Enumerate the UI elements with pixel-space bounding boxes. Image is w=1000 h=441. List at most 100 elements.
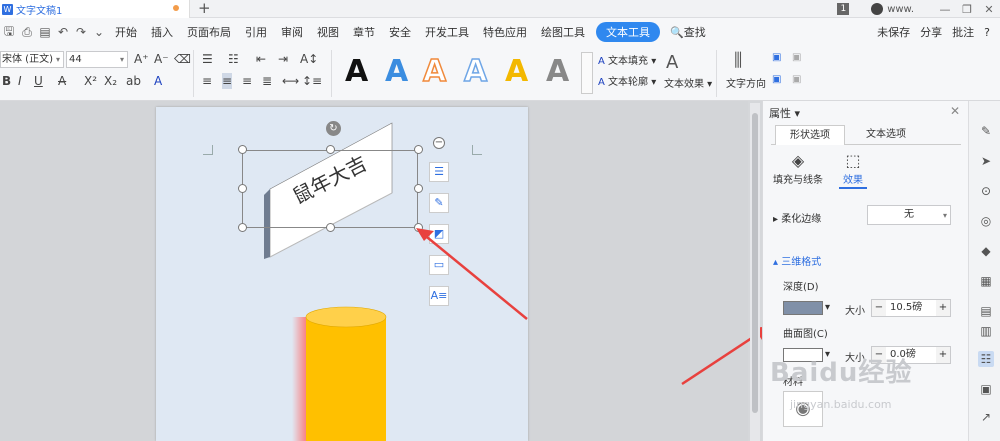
menu-layout[interactable]: 页面布局 [180,24,238,40]
location-pin-icon[interactable]: ⊙ [978,183,994,199]
highlight-icon[interactable]: ab [126,73,141,89]
text-fill-button[interactable]: A 文本填充 ▾ [598,52,656,67]
close-icon[interactable]: ✕ [950,104,960,118]
print-icon[interactable]: ⎙ [18,25,36,40]
select-cursor-icon[interactable]: ➤ [978,153,994,169]
font-color-icon[interactable]: A [154,73,162,89]
menu-developer[interactable]: 开发工具 [418,24,476,40]
scrollbar-thumb[interactable] [752,113,758,413]
wordart-style-4[interactable]: A [463,53,488,90]
table-icon[interactable]: ▦ [978,273,994,289]
properties-icon[interactable]: ☷ [978,351,994,367]
customize-icon[interactable]: ⌄ [90,25,108,39]
document-icon[interactable]: ▣ [978,381,994,397]
unsaved-button[interactable]: 未保存 [877,24,910,40]
font-family-select[interactable]: 宋体 (正文) ▾ [0,51,64,68]
increment-button[interactable]: + [936,347,950,363]
line-spacing-icon[interactable]: ↕≡ [302,73,322,89]
decrement-button[interactable]: − [872,300,886,316]
link-textbox-icon[interactable]: ▣ [792,52,801,63]
font-size-select[interactable]: 44 ▾ [66,51,128,68]
shrink-font-icon[interactable]: A⁻ [154,51,169,67]
grow-font-icon[interactable]: A⁺ [134,51,149,67]
close-button[interactable]: ✕ [978,3,1000,16]
bold-icon[interactable]: B [2,73,11,89]
increase-indent-icon[interactable]: ⇥ [278,51,288,67]
wordart-style-6[interactable]: A [546,54,569,90]
preview-icon[interactable]: ▤ [36,25,54,39]
text-outline-button[interactable]: A 文本轮廓 ▾ [598,73,656,88]
restore-button[interactable]: ❐ [956,3,978,16]
undo-icon[interactable]: ↶ [54,25,72,39]
wordart-style-1[interactable]: A [345,54,368,90]
depth-size-value[interactable]: 10.5磅 [886,300,936,316]
wordart-style-5[interactable]: A [505,54,528,90]
format-brush-icon[interactable]: ✎ [978,123,994,139]
decrease-indent-icon[interactable]: ⇤ [256,51,266,67]
chart-icon[interactable]: ▤ [978,303,994,319]
menu-references[interactable]: 引用 [238,24,274,40]
increment-button[interactable]: + [936,300,950,316]
3d-format-section[interactable]: ▴ 三维格式 [773,253,821,268]
bar-chart-icon[interactable]: ▥ [978,323,994,339]
number-list-icon[interactable]: ☷ [228,51,239,67]
menu-section[interactable]: 章节 [346,24,382,40]
save-icon[interactable]: 🖫 [0,22,18,43]
redo-icon[interactable]: ↷ [72,25,90,39]
share-icon[interactable]: ↗ [978,409,994,425]
depth-size-stepper[interactable]: − 10.5磅 + [871,299,951,317]
panel-title[interactable]: 属性 ▾ [769,105,800,121]
tab-text-options[interactable]: 文本选项 [851,125,921,145]
avatar[interactable] [871,3,884,15]
soften-edges-select[interactable]: 无 ▾ [867,205,951,225]
menu-insert[interactable]: 插入 [144,24,180,40]
justify-icon[interactable]: ≣ [262,73,272,89]
depth-color-swatch[interactable] [783,301,823,315]
wordart-style-3[interactable]: A [422,53,447,90]
share-button[interactable]: 分享 [920,24,942,40]
clear-format-icon[interactable]: ⌫ [174,51,191,67]
align-text-icon[interactable]: ▣ [772,74,781,85]
wordart-gallery-scroll[interactable] [581,52,593,94]
underline-icon[interactable]: U [34,73,43,89]
align-left-icon[interactable]: ≡ [202,73,212,89]
style-icon[interactable]: ◆ [978,243,994,259]
wordart-style-2[interactable]: A [385,54,408,90]
user-name[interactable]: www. [887,4,914,15]
minimize-button[interactable]: — [934,3,956,16]
textbox-icon[interactable]: ▣ [772,52,781,63]
strikethrough-icon[interactable]: A [58,73,66,89]
document-page[interactable]: 鼠年大吉 ↻ − ☰ ✎ ◩ ▭ A≡ [156,107,528,441]
effect-tab[interactable]: ⬚ 效果 [839,151,867,189]
text-direction-icon[interactable]: ⫼ [734,50,742,71]
italic-icon[interactable]: I [18,73,22,89]
shapes-icon[interactable]: ◎ [978,213,994,229]
bullet-list-icon[interactable]: ☰ [202,51,213,67]
text-direction-button[interactable]: 文字方向 [726,75,766,90]
subscript-icon[interactable]: X₂ [104,73,117,89]
search-button[interactable]: 🔍查找 [670,24,706,40]
menu-special[interactable]: 特色应用 [476,24,534,40]
tab-shape-options[interactable]: 形状选项 [775,125,845,145]
text-effect-button[interactable]: 文本效果 ▾ [664,75,712,90]
distribute-icon[interactable]: ⟷ [282,73,299,89]
align-right-icon[interactable]: ≡ [242,73,252,89]
menu-review[interactable]: 审阅 [274,24,310,40]
help-button[interactable]: ? [984,26,990,39]
align-center-icon[interactable]: ≡ [222,73,233,89]
document-tab[interactable]: W 文字文稿1 [0,0,190,18]
depth-color-dropdown-icon[interactable]: ▾ [825,302,830,313]
fill-line-tab[interactable]: ◈ 填充与线条 [773,151,823,186]
unlink-textbox-icon[interactable]: ▣ [792,74,801,85]
superscript-icon[interactable]: X² [84,73,97,89]
menu-view[interactable]: 视图 [310,24,346,40]
menu-security[interactable]: 安全 [382,24,418,40]
menu-drawing-tools[interactable]: 绘图工具 [534,24,592,40]
menu-home[interactable]: 开始 [108,24,144,40]
text-direction-small-icon[interactable]: A↕ [300,51,318,67]
comment-button[interactable]: 批注 [952,24,974,40]
menu-text-tools[interactable]: 文本工具 [596,22,660,42]
vertical-scrollbar[interactable] [750,103,760,441]
soften-edges-toggle[interactable]: ▸ 柔化边缘 [773,210,821,225]
text-effect-icon[interactable]: A [666,52,678,73]
